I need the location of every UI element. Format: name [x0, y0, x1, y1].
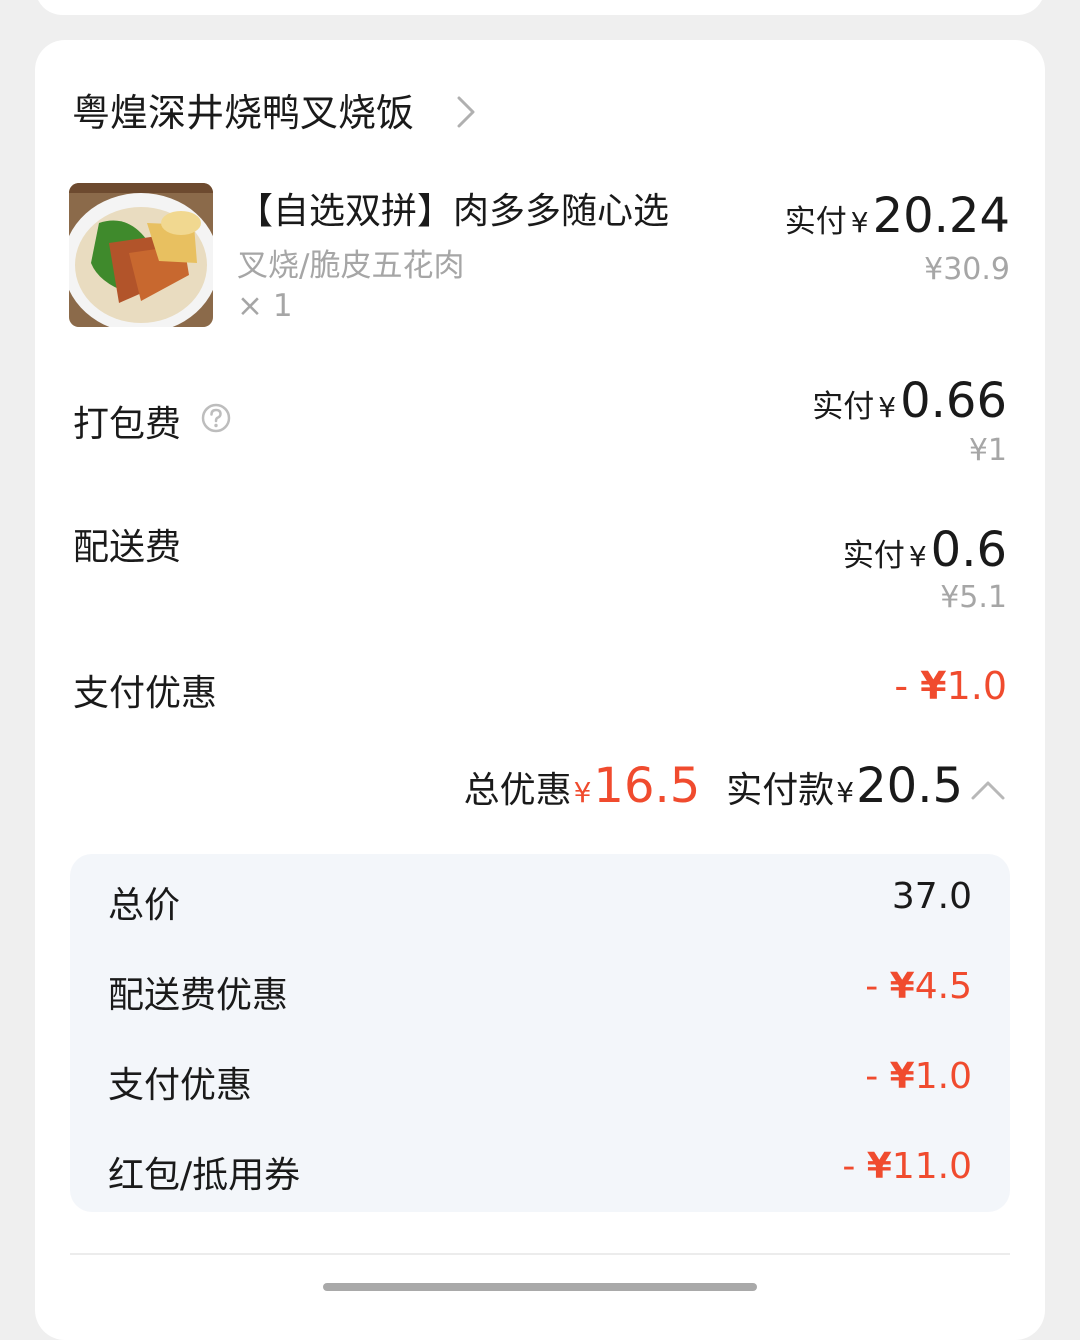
- currency-symbol: ¥: [866, 1146, 892, 1187]
- paid-label: 实付: [842, 538, 905, 574]
- total-discount-label: 总优惠: [463, 770, 572, 811]
- chevron-right-icon[interactable]: [455, 92, 479, 132]
- coupon-label: 红包/抵用券: [108, 1155, 301, 1196]
- item-quantity: × 1: [237, 288, 293, 324]
- help-icon[interactable]: [200, 402, 232, 434]
- price-breakdown-panel: 总价 37.0 配送费优惠 - ¥4.5 支付优惠 - ¥1.0 红包/抵用券 …: [70, 854, 1010, 1212]
- chevron-up-icon[interactable]: [969, 778, 1007, 802]
- minus-sign: -: [865, 966, 890, 1007]
- currency-symbol: ¥: [573, 776, 592, 809]
- discount-value: 1.0: [946, 664, 1007, 708]
- total-discount-value: 16.5: [593, 758, 701, 814]
- product-image[interactable]: [69, 183, 213, 327]
- discount-value: 11.0: [891, 1146, 972, 1187]
- order-summary[interactable]: 总优惠 ¥ 16.5 实付款 ¥ 20.5: [464, 758, 1007, 814]
- currency-symbol: ¥: [836, 776, 855, 809]
- currency-symbol: ¥: [920, 664, 947, 708]
- minus-sign: -: [865, 1056, 890, 1097]
- home-indicator[interactable]: [323, 1283, 757, 1291]
- store-name[interactable]: 粤煌深井烧鸭叉烧饭: [72, 82, 414, 137]
- delivery-fee-paid: 实付 ¥ 0.6: [843, 522, 1007, 578]
- delivery-discount-label: 配送费优惠: [108, 975, 289, 1016]
- currency-symbol: ¥: [889, 1056, 915, 1097]
- payment-discount-amount: - ¥1.0: [865, 1056, 972, 1097]
- discount-value: 4.5: [914, 966, 972, 1007]
- currency-symbol: ¥: [878, 391, 897, 424]
- discount-value: 1.0: [914, 1056, 972, 1097]
- payment-discount-amount: - ¥1.0: [894, 664, 1007, 708]
- divider: [70, 1253, 1010, 1255]
- item-name: 【自选双拼】肉多多随心选: [237, 191, 670, 232]
- item-original-price: ¥30.9: [924, 252, 1010, 287]
- previous-card: [35, 0, 1045, 15]
- paid-label: 实付: [812, 389, 875, 425]
- payment-discount-label: 支付优惠: [73, 673, 218, 714]
- currency-symbol: ¥: [889, 966, 915, 1007]
- delivery-fee-label: 配送费: [73, 527, 182, 568]
- delivery-fee-original: ¥5.1: [940, 580, 1007, 615]
- amount-paid-value: 20.5: [856, 758, 963, 814]
- paid-label: 实付: [784, 204, 847, 240]
- item-paid-price: 实付 ¥ 20.24: [785, 188, 1010, 244]
- packing-fee-paid: 实付 ¥ 0.66: [812, 373, 1007, 429]
- total-price-value: 37.0: [891, 876, 972, 917]
- delivery-discount-amount: - ¥4.5: [865, 966, 972, 1007]
- payment-discount-label: 支付优惠: [108, 1065, 253, 1106]
- packing-fee-label: 打包费: [73, 404, 182, 445]
- paid-amount: 20.24: [872, 188, 1010, 244]
- currency-symbol: ¥: [908, 540, 927, 573]
- paid-amount: 0.6: [930, 522, 1007, 578]
- order-detail-card: 粤煌深井烧鸭叉烧饭 【自选双拼】肉多多随心选 叉烧/脆皮五花肉 × 1 实付 ¥…: [35, 40, 1045, 1340]
- total-price-label: 总价: [108, 885, 181, 926]
- coupon-amount: - ¥11.0: [842, 1146, 972, 1187]
- currency-symbol: ¥: [850, 206, 869, 239]
- food-photo-icon: [69, 183, 213, 327]
- item-spec: 叉烧/脆皮五花肉: [237, 248, 465, 284]
- minus-sign: -: [894, 664, 921, 708]
- paid-amount: 0.66: [900, 373, 1007, 429]
- amount-paid-label: 实付款: [726, 770, 835, 811]
- packing-fee-original: ¥1: [968, 433, 1007, 468]
- minus-sign: -: [842, 1146, 867, 1187]
